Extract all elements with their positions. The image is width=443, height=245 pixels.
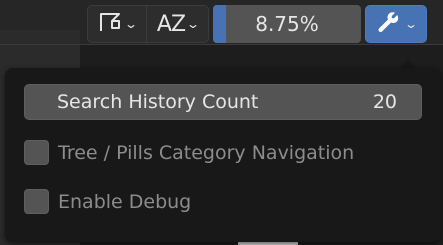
search-history-count-field[interactable]: Search History Count 20 [24,84,422,120]
enable-debug-checkbox[interactable] [24,189,49,214]
tools-dropdown-button[interactable]: ⌄ [365,5,427,43]
header-divider [0,44,443,45]
sort-dropdown-button[interactable]: AZ ⌄ [147,5,209,43]
enable-debug-option[interactable]: Enable Debug [24,189,191,214]
search-history-count-value: 20 [372,91,397,113]
chevron-down-icon: ⌄ [404,17,419,31]
chevron-down-icon: ⌄ [123,17,139,31]
header-toolbar: ⌄ AZ ⌄ 8.75% ⌄ [87,5,427,43]
wrench-icon [375,9,401,39]
tree-pills-navigation-checkbox[interactable] [24,140,49,165]
chevron-down-icon: ⌄ [186,17,201,31]
filter-funnel-icon [98,10,122,38]
zoom-slider[interactable]: 8.75% [213,5,361,43]
zoom-value: 8.75% [255,12,319,36]
app-window: ⌄ AZ ⌄ 8.75% ⌄ Search History Count 20 T… [0,0,443,245]
filter-dropdown-button[interactable]: ⌄ [87,5,147,43]
search-history-count-label: Search History Count [57,91,259,113]
enable-debug-label: Enable Debug [58,190,192,213]
tree-pills-navigation-label: Tree / Pills Category Navigation [58,141,355,164]
tree-pills-navigation-option[interactable]: Tree / Pills Category Navigation [24,140,354,165]
settings-popup: Search History Count 20 Tree / Pills Cat… [5,68,441,242]
sort-alpha-icon: AZ [156,11,186,37]
zoom-slider-fill [213,5,226,43]
